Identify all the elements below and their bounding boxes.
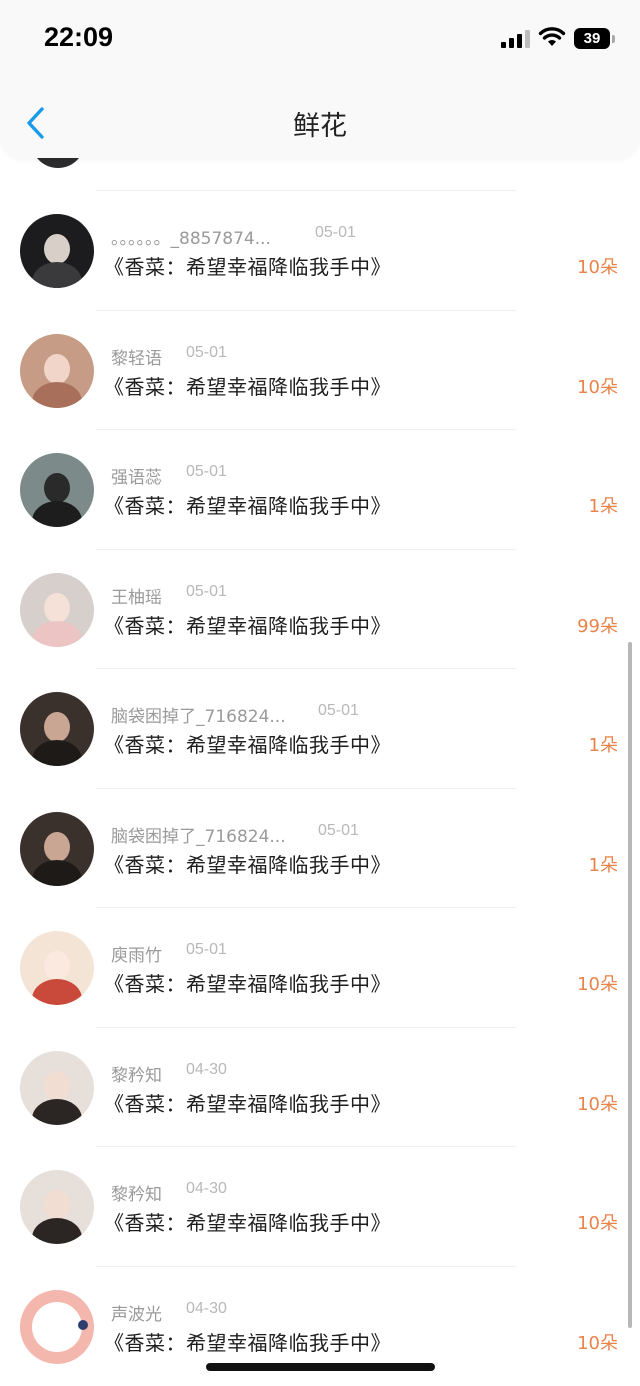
list-item[interactable]: 黎矜知 04-30 《香菜：希望幸福降临我手中》 10朵 [0, 1028, 640, 1147]
flower-count: 10朵 [577, 1093, 618, 1115]
flower-count: 1朵 [588, 854, 618, 876]
battery-cap [612, 35, 615, 43]
avatar[interactable] [20, 692, 94, 766]
list-item[interactable]: 强语蕊 05-01 《香菜：希望幸福降临我手中》 1朵 [0, 430, 640, 550]
flowers-screen: 。。。。。。_8857874... 05-01 《香菜：希望幸福降临我手中》 1… [0, 0, 640, 1386]
flower-count: 10朵 [577, 257, 618, 278]
work-title[interactable]: 《香菜：希望幸福降临我手中》 [104, 729, 391, 758]
list-item[interactable]: 黎矜知 04-30 《香菜：希望幸福降临我手中》 10朵 [0, 1147, 640, 1267]
work-title[interactable]: 《香菜：希望幸福降临我手中》 [104, 1207, 391, 1236]
date: 04-30 [186, 1299, 227, 1317]
flower-count: 10朵 [577, 376, 618, 398]
list-item[interactable]: 王柚瑶 05-01 《香菜：希望幸福降临我手中》 99朵 [0, 550, 640, 669]
avatar[interactable] [20, 1170, 94, 1244]
flower-count: 1朵 [588, 735, 618, 756]
work-title[interactable]: 《香菜：希望幸福降临我手中》 [104, 251, 391, 280]
list-item[interactable]: 。。。。。。_8857874... 05-01 《香菜：希望幸福降临我手中》 1… [0, 191, 640, 311]
avatar[interactable] [20, 1289, 94, 1364]
cellular-signal-icon [501, 30, 531, 48]
date: 04-30 [186, 1060, 227, 1078]
home-indicator[interactable] [206, 1363, 435, 1371]
work-title[interactable]: 《香菜：希望幸福降临我手中》 [104, 849, 391, 878]
flower-count: 10朵 [577, 1213, 618, 1234]
work-title[interactable]: 《香菜：希望幸福降临我手中》 [104, 1088, 391, 1117]
username[interactable]: 王柚瑶 [111, 583, 162, 608]
list-item[interactable]: 黎轻语 05-01 《香菜：希望幸福降临我手中》 10朵 [0, 311, 640, 430]
date: 05-01 [186, 582, 227, 600]
avatar[interactable] [20, 333, 94, 408]
username[interactable]: 强语蕊 [111, 463, 162, 488]
username[interactable]: 庾雨竹 [111, 941, 162, 966]
scrollbar[interactable] [628, 642, 632, 1328]
work-title[interactable]: 《香菜：希望幸福降临我手中》 [104, 490, 391, 519]
username[interactable]: 声波光 [111, 1300, 162, 1325]
date: 05-01 [315, 224, 356, 241]
battery-percent: 39 [583, 30, 601, 47]
date: 04-30 [186, 1180, 227, 1197]
battery-icon: 39 [574, 28, 610, 49]
date: 05-01 [186, 463, 227, 480]
username[interactable]: 脑袋困掉了_716824... [111, 702, 286, 727]
avatar[interactable] [20, 453, 94, 527]
work-title[interactable]: 《香菜：希望幸福降临我手中》 [104, 371, 391, 400]
flower-count: 10朵 [577, 1332, 618, 1354]
navigation-header: 22:09 39 鲜花 [0, 0, 640, 158]
flower-count: 1朵 [588, 496, 618, 517]
date: 05-01 [186, 941, 227, 958]
work-title[interactable]: 《香菜：希望幸福降临我手中》 [104, 968, 391, 997]
avatar[interactable] [20, 931, 94, 1005]
date: 05-01 [318, 821, 359, 839]
wifi-icon [538, 27, 566, 46]
date: 05-01 [318, 702, 359, 719]
username[interactable]: 黎矜知 [111, 1061, 162, 1086]
status-time: 22:09 [44, 22, 114, 52]
avatar[interactable] [20, 214, 94, 288]
work-title[interactable]: 《香菜：希望幸福降临我手中》 [104, 610, 391, 639]
work-title[interactable]: 《香菜：希望幸福降临我手中》 [104, 1327, 391, 1356]
avatar[interactable] [20, 811, 94, 886]
username[interactable]: 黎矜知 [111, 1180, 162, 1205]
date: 05-01 [186, 343, 227, 361]
avatar[interactable] [20, 572, 94, 647]
username[interactable]: 黎轻语 [111, 344, 162, 369]
list-item[interactable]: 脑袋困掉了_716824... 05-01 《香菜：希望幸福降临我手中》 1朵 [0, 669, 640, 789]
list-item[interactable]: 脑袋困掉了_716824... 05-01 《香菜：希望幸福降临我手中》 1朵 [0, 789, 640, 908]
flower-count: 10朵 [577, 974, 618, 995]
username[interactable]: 脑袋困掉了_716824... [111, 822, 286, 847]
list-item[interactable]: 庾雨竹 05-01 《香菜：希望幸福降临我手中》 10朵 [0, 908, 640, 1028]
page-title: 鲜花 [293, 111, 347, 142]
avatar[interactable] [20, 1050, 94, 1125]
username[interactable]: 。。。。。。_8857874... [111, 224, 271, 249]
flower-count: 99朵 [577, 615, 618, 637]
